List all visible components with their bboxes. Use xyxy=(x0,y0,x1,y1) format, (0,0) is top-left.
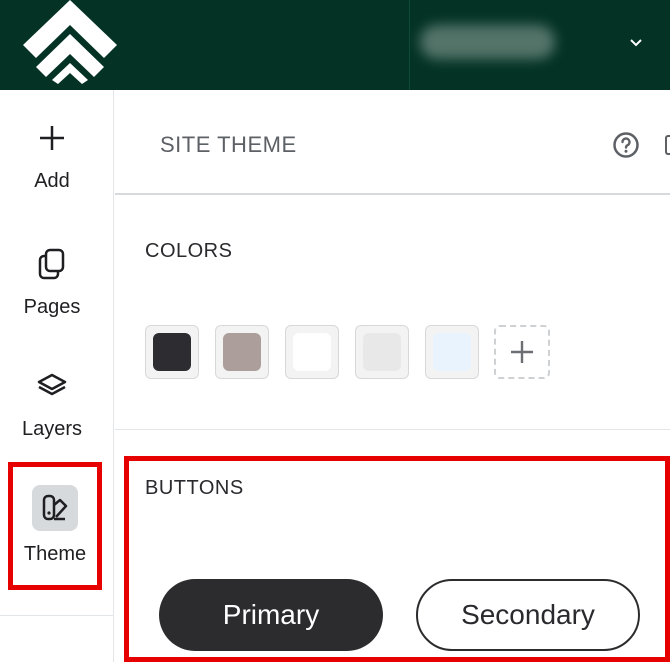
secondary-button-preview[interactable]: Secondary xyxy=(416,579,640,651)
colors-title: COLORS xyxy=(145,240,233,262)
sidebar-item-label: Theme xyxy=(23,543,87,565)
sidebar-item-label: Pages xyxy=(23,296,81,318)
panel-toggle-icon[interactable] xyxy=(665,135,670,155)
theme-icon xyxy=(32,485,78,531)
page-title: SITE THEME xyxy=(160,132,297,157)
swatch-fill xyxy=(153,333,191,371)
sidebar-item-theme[interactable]: Theme xyxy=(8,462,102,590)
sidebar: Add Pages Layers Theme xyxy=(0,90,114,662)
sidebar-item-pages[interactable]: Pages xyxy=(0,216,104,334)
topbar-divider xyxy=(409,0,410,90)
colors-section: COLORS xyxy=(115,197,670,430)
sidebar-item-label: Layers xyxy=(21,418,83,440)
sidebar-item-layers[interactable]: Layers xyxy=(0,338,104,456)
buttons-section: BUTTONS Primary Secondary xyxy=(124,456,670,662)
swatch-fill xyxy=(363,333,401,371)
color-swatch-3[interactable] xyxy=(285,325,339,379)
color-swatch-2[interactable] xyxy=(215,325,269,379)
logo-icon[interactable] xyxy=(20,0,120,84)
panel-header: SITE THEME xyxy=(115,90,670,195)
sidebar-item-label: Add xyxy=(34,170,70,192)
swatch-fill xyxy=(223,333,261,371)
help-icon[interactable] xyxy=(612,131,640,159)
chevron-down-icon[interactable] xyxy=(628,34,644,50)
divider xyxy=(0,615,114,616)
swatch-fill xyxy=(293,333,331,371)
account-name-blurred[interactable] xyxy=(420,25,555,59)
swatch-fill xyxy=(433,333,471,371)
primary-button-preview[interactable]: Primary xyxy=(159,579,383,651)
buttons-title: BUTTONS xyxy=(145,477,244,499)
color-swatch-4[interactable] xyxy=(355,325,409,379)
layers-icon xyxy=(28,362,76,410)
plus-icon xyxy=(28,114,76,162)
color-swatch-5[interactable] xyxy=(425,325,479,379)
plus-icon xyxy=(511,341,533,363)
color-swatch-1[interactable] xyxy=(145,325,199,379)
top-bar xyxy=(0,0,670,90)
add-color-button[interactable] xyxy=(494,325,550,379)
sidebar-item-add[interactable]: Add xyxy=(0,90,104,208)
pages-icon xyxy=(28,240,76,288)
